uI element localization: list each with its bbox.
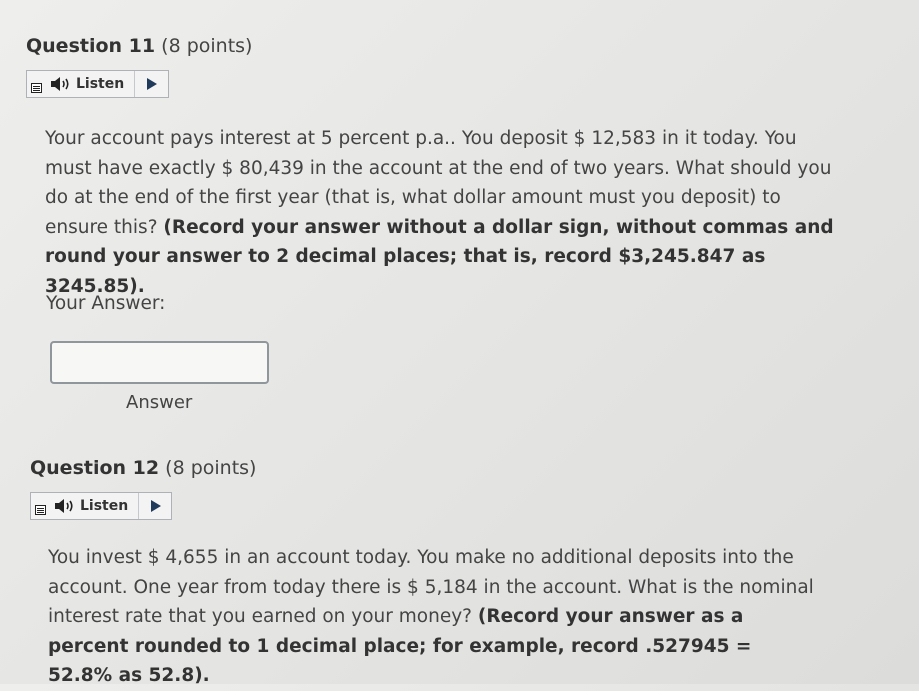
- listen-toolbar-q11: Listen: [26, 70, 169, 98]
- answer-caption: Answer: [126, 392, 193, 413]
- question-12-text: You invest $ 4,655 in an account today. …: [48, 543, 818, 691]
- question-12-heading: Question 12 (8 points): [30, 457, 256, 479]
- listen-toolbar-q12: Listen: [30, 492, 172, 520]
- listen-label[interactable]: Listen: [80, 498, 128, 514]
- question-11-text: Your account pays interest at 5 percent …: [45, 124, 835, 301]
- your-answer-label: Your Answer:: [46, 293, 166, 314]
- menu-icon[interactable]: [35, 505, 46, 515]
- question-11-heading: Question 11 (8 points): [26, 35, 252, 57]
- question-points: (8 points): [165, 457, 257, 479]
- question-number: Question 11: [26, 35, 156, 57]
- question-number: Question 12: [30, 457, 160, 479]
- menu-icon[interactable]: [31, 83, 42, 93]
- question-text-instructions: (Record your answer without a dollar sig…: [45, 216, 834, 297]
- play-icon[interactable]: [151, 500, 162, 512]
- speaker-icon[interactable]: [50, 76, 72, 92]
- speaker-icon[interactable]: [54, 498, 76, 514]
- toolbar-divider: [134, 71, 136, 97]
- play-icon[interactable]: [147, 78, 158, 90]
- listen-label[interactable]: Listen: [76, 76, 124, 92]
- answer-input[interactable]: [50, 341, 269, 384]
- question-points: (8 points): [161, 35, 253, 57]
- toolbar-divider: [138, 493, 140, 519]
